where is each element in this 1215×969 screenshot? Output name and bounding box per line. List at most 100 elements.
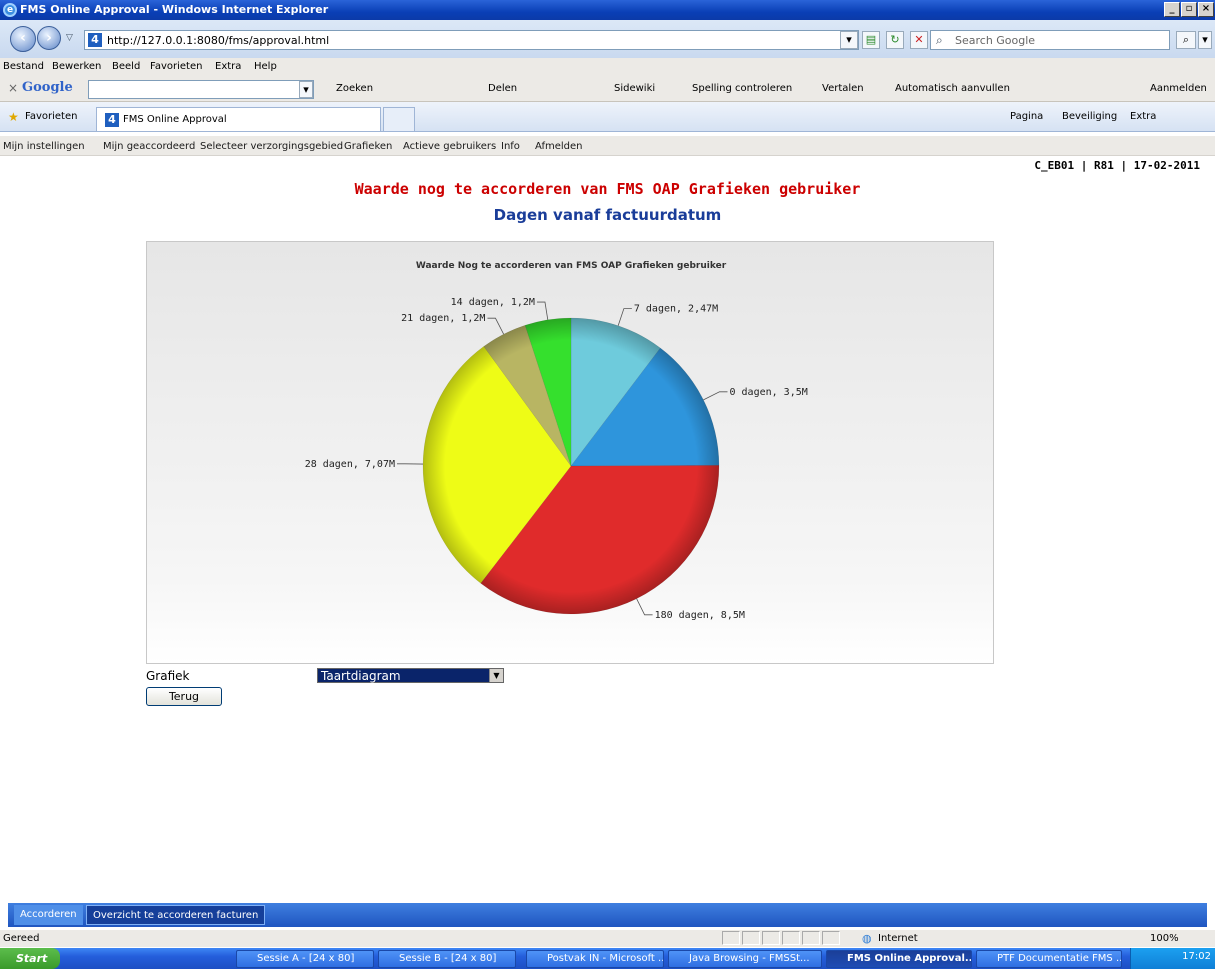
menu-bestand[interactable]: Bestand (3, 61, 44, 72)
command-extra[interactable]: Extra (1130, 111, 1156, 122)
status-cell (762, 931, 780, 945)
tab-favicon-icon: 4 (105, 113, 119, 127)
compat-view-icon[interactable]: ▤ (862, 31, 880, 49)
pie-slice-label: 0 dagen, 3,5M (730, 387, 808, 398)
nav-actieve-gebruikers[interactable]: Actieve gebruikers (403, 141, 496, 152)
browser-tab-active[interactable]: 4 FMS Online Approval (96, 107, 381, 131)
menu-extra[interactable]: Extra (215, 61, 241, 72)
menu-favorieten[interactable]: Favorieten (150, 61, 202, 72)
nav-mijn-geaccordeerd[interactable]: Mijn geaccordeerd (103, 141, 195, 152)
toolbar-spelling[interactable]: Spelling controleren (692, 83, 792, 94)
page-subtitle: Dagen vanaf factuurdatum (493, 206, 722, 224)
favorites-button[interactable]: Favorieten (25, 111, 77, 122)
google-brand: Google (22, 80, 73, 95)
status-cell (822, 931, 840, 945)
pie-label-leader (617, 308, 632, 326)
nav-afmelden[interactable]: Afmelden (535, 141, 583, 152)
search-input[interactable]: ⌕ Search Google (930, 30, 1170, 50)
nav-mijn-instellingen[interactable]: Mijn instellingen (3, 141, 85, 152)
address-url: http://127.0.0.1:8080/fms/approval.html (107, 34, 330, 47)
tab-overzicht-facturen[interactable]: Overzicht te accorderen facturen (86, 905, 266, 925)
search-options-icon[interactable]: ▾ (1198, 31, 1212, 49)
toolbar-zoeken[interactable]: Zoeken (336, 83, 373, 94)
chart-title: Waarde Nog te accorderen van FMS OAP Gra… (416, 261, 727, 271)
command-pagina[interactable]: Pagina (1010, 111, 1043, 122)
user-info: C_EB01 | R81 | 17-02-2011 (1034, 159, 1200, 172)
toolbar-vertalen[interactable]: Vertalen (822, 83, 864, 94)
nav-info[interactable]: Info (501, 141, 520, 152)
nav-grafieken[interactable]: Grafieken (344, 141, 392, 152)
start-button[interactable]: Start (0, 948, 60, 969)
status-bar: Gereed ◍ Internet 100% (0, 929, 1215, 947)
nav-selecteer-verzorgingsgebied[interactable]: Selecteer verzorgingsgebied (200, 141, 343, 152)
refresh-icon[interactable]: ↻ (886, 31, 904, 49)
pie-slice-label: 28 dagen, 7,07M (305, 459, 395, 470)
status-cell (722, 931, 740, 945)
pie-slice-label: 14 dagen, 1,2M (451, 297, 535, 308)
toolbar-aanvullen[interactable]: Automatisch aanvullen (895, 83, 1010, 94)
pie-label-leader (703, 391, 728, 401)
page-title: Waarde nog te accorderen van FMS OAP Gra… (354, 180, 861, 198)
chart-panel: Waarde Nog te accorderen van FMS OAP Gra… (146, 241, 994, 664)
task-java-browsing[interactable]: Java Browsing - FMSSt... (668, 950, 822, 968)
status-zoom[interactable]: 100% (1150, 933, 1179, 944)
toolbar-delen[interactable]: Delen (488, 83, 517, 94)
toolbar-sidewiki[interactable]: Sidewiki (614, 83, 655, 94)
window-title-bar: e FMS Online Approval - Windows Internet… (0, 0, 1215, 20)
pie-slice-label: 180 dagen, 8,5M (655, 610, 745, 621)
task-ptf-documentatie[interactable]: PTF Documentatie FMS ... (976, 950, 1122, 968)
window-title: FMS Online Approval - Windows Internet E… (20, 3, 329, 16)
site-favicon-icon: 4 (88, 33, 102, 47)
forward-nav-button[interactable]: › (37, 26, 61, 50)
minimize-button[interactable]: _ (1164, 2, 1180, 17)
stop-icon[interactable]: ✕ (910, 31, 928, 49)
close-toolbar-icon[interactable]: × (8, 81, 18, 95)
tab-accorderen[interactable]: Accorderen (14, 905, 83, 925)
search-magnifier-icon: ⌕ (936, 33, 943, 47)
task-sessie-b[interactable]: Sessie B - [24 x 80] (378, 950, 516, 968)
pie-label-leader (487, 317, 505, 335)
back-nav-button[interactable]: ‹ (10, 26, 36, 52)
task-postvak[interactable]: Postvak IN - Microsoft ... (526, 950, 664, 968)
toolbar-aanmelden[interactable]: Aanmelden (1150, 83, 1207, 94)
status-cell (742, 931, 760, 945)
address-bar[interactable]: 4 http://127.0.0.1:8080/fms/approval.htm… (84, 30, 859, 50)
maximize-button[interactable]: ▫ (1181, 2, 1197, 17)
app-nav: Mijn instellingen Mijn geaccordeerd Sele… (0, 136, 1215, 156)
history-dropdown-icon[interactable]: ▽ (66, 33, 73, 43)
chart-type-select[interactable]: Taartdiagram ▼ (317, 668, 504, 683)
status-cell (802, 931, 820, 945)
pie-label-leader (536, 301, 549, 320)
back-button[interactable]: Terug (146, 687, 222, 706)
status-cell (782, 931, 800, 945)
pie-chart: Waarde Nog te accorderen van FMS OAP Gra… (305, 261, 808, 621)
chevron-down-icon[interactable]: ▼ (489, 669, 503, 682)
menu-bar: Bestand Bewerken Beeld Favorieten Extra … (0, 58, 1215, 76)
pie-slice-label: 7 dagen, 2,47M (634, 304, 718, 315)
address-dropdown-icon[interactable]: ▾ (840, 31, 858, 49)
close-button[interactable]: × (1198, 2, 1214, 17)
globe-icon: ◍ (862, 932, 872, 945)
menu-beeld[interactable]: Beeld (112, 61, 140, 72)
chart-type-value: Taartdiagram (321, 669, 401, 683)
task-sessie-a[interactable]: Sessie A - [24 x 80] (236, 950, 374, 968)
tab-title: FMS Online Approval (123, 114, 227, 125)
menu-bewerken[interactable]: Bewerken (52, 61, 101, 72)
status-text: Gereed (3, 933, 40, 944)
google-search-input[interactable]: ▾ (88, 80, 314, 99)
google-dropdown-icon[interactable]: ▾ (299, 81, 313, 98)
task-fms-online-approval[interactable]: FMS Online Approval... (826, 950, 972, 968)
command-beveiliging[interactable]: Beveiliging (1062, 111, 1117, 122)
new-tab-button[interactable] (383, 107, 415, 131)
favorites-star-icon[interactable]: ★ (8, 110, 19, 124)
grafiek-label: Grafiek (146, 669, 190, 683)
pie-label-leader (636, 598, 653, 616)
search-placeholder: Search Google (955, 34, 1036, 47)
ie-logo-icon: e (3, 3, 17, 17)
pie-shading (423, 318, 719, 614)
menu-help[interactable]: Help (254, 61, 277, 72)
search-go-icon[interactable]: ⌕ (1176, 31, 1196, 49)
clock: 17:02 (1182, 951, 1211, 962)
status-zone: Internet (878, 933, 918, 944)
pie-slice-label: 21 dagen, 1,2M (401, 313, 485, 324)
